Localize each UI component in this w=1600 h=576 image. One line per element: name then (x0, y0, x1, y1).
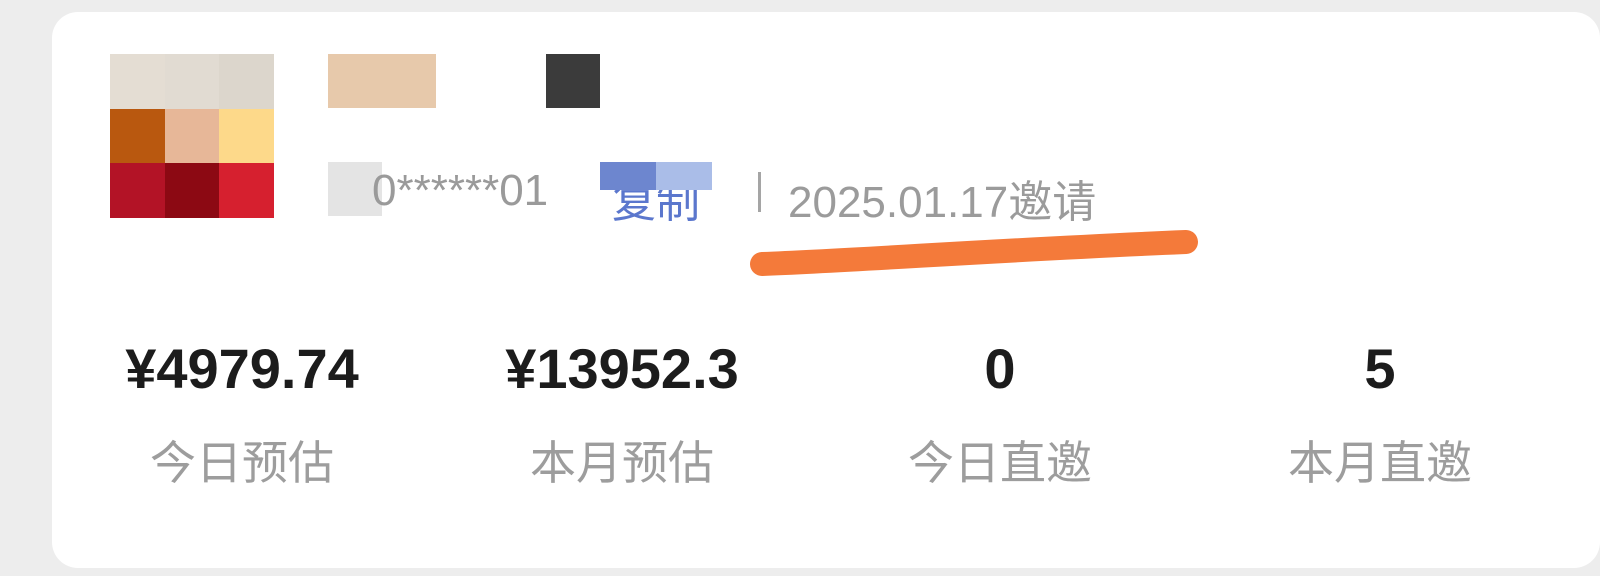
stat-label: 本月直邀 (1288, 437, 1472, 489)
user-id: 0******01 (372, 166, 549, 215)
copy-mosaic-right (656, 162, 712, 190)
copy-mosaic-left (600, 162, 656, 190)
stat-value: ¥4979.74 (125, 337, 359, 400)
stat-value: 5 (1364, 337, 1396, 400)
avatar-mosaic-cell (110, 54, 165, 109)
separator (758, 172, 761, 212)
avatar-mosaic-cell (164, 108, 220, 164)
invite-date: 2025.01.17邀请 (788, 178, 1097, 227)
avatar-mosaic-cell (219, 163, 274, 218)
level-badge-redacted (546, 54, 600, 108)
username-redacted (328, 54, 436, 108)
invite-info-row: 0******01 复制 2025.01.17邀请 (328, 162, 1228, 227)
avatar-mosaic-cell (164, 54, 220, 109)
avatar-mosaic-cell (110, 163, 165, 218)
stat-label: 今日直邀 (908, 437, 1092, 489)
stat-month-direct-invites[interactable]: 5 本月直邀 (1200, 330, 1560, 498)
avatar (110, 54, 274, 218)
stat-today-estimate[interactable]: ¥4979.74 今日预估 (62, 330, 422, 498)
avatar-mosaic-cell (219, 108, 274, 164)
orange-underline-annotation (750, 230, 1198, 276)
stat-value: 0 (984, 337, 1016, 400)
avatar-mosaic-cell (164, 163, 220, 218)
stat-month-estimate[interactable]: ¥13952.3 本月预估 (442, 330, 802, 498)
avatar-mosaic-cell (110, 108, 165, 164)
stat-value: ¥13952.3 (505, 337, 739, 400)
stat-label: 今日预估 (150, 437, 334, 489)
avatar-mosaic-cell (219, 54, 274, 109)
stat-today-direct-invites[interactable]: 0 今日直邀 (820, 330, 1180, 498)
copy-button[interactable]: 复制 (600, 162, 712, 227)
stats-row: ¥4979.74 今日预估 ¥13952.3 本月预估 0 今日直邀 5 本月直… (52, 330, 1600, 500)
stat-label: 本月预估 (530, 437, 714, 489)
